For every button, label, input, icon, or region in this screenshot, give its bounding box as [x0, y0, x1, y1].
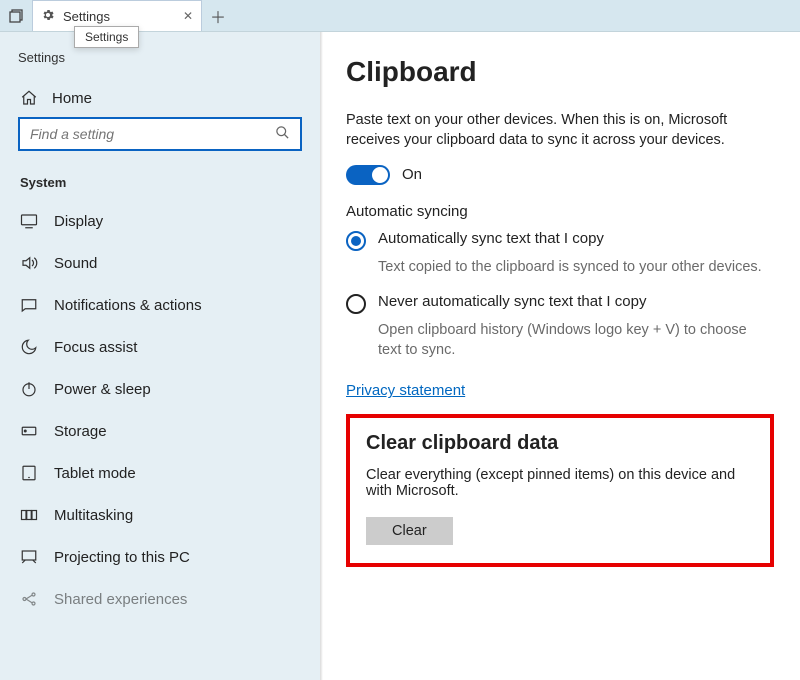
- sidebar-home-label: Home: [52, 90, 92, 107]
- radio-auto-sync[interactable]: Automatically sync text that I copy: [346, 230, 774, 251]
- notifications-icon: [20, 296, 38, 314]
- display-icon: [20, 212, 38, 230]
- sidebar-item-display[interactable]: Display: [0, 200, 320, 242]
- clear-clipboard-highlight: Clear clipboard data Clear everything (e…: [346, 414, 774, 567]
- multitasking-icon: [20, 506, 38, 524]
- tab-overlap-icon[interactable]: [0, 0, 32, 31]
- sidebar-item-label: Display: [54, 213, 103, 230]
- sidebar-item-label: Focus assist: [54, 339, 137, 356]
- sidebar-item-multitasking[interactable]: Multitasking: [0, 494, 320, 536]
- privacy-link[interactable]: Privacy statement: [346, 382, 465, 399]
- share-icon: [20, 590, 38, 608]
- clear-description: Clear everything (except pinned items) o…: [366, 467, 754, 499]
- radio-label: Automatically sync text that I copy: [378, 230, 604, 247]
- gear-icon: [41, 8, 55, 25]
- sync-description: Paste text on your other devices. When t…: [346, 110, 774, 151]
- sidebar-item-shared-experiences[interactable]: Shared experiences: [0, 578, 320, 620]
- close-icon[interactable]: ✕: [183, 9, 193, 23]
- sidebar-item-label: Projecting to this PC: [54, 549, 190, 566]
- sidebar-item-focus-assist[interactable]: Focus assist: [0, 326, 320, 368]
- sidebar-item-tablet-mode[interactable]: Tablet mode: [0, 452, 320, 494]
- page-title: Clipboard: [346, 56, 774, 88]
- projecting-icon: [20, 548, 38, 566]
- auto-sync-heading: Automatic syncing: [346, 203, 774, 220]
- sync-toggle-label: On: [402, 166, 422, 183]
- tab-tooltip: Settings: [74, 26, 139, 48]
- sidebar-item-projecting[interactable]: Projecting to this PC: [0, 536, 320, 578]
- content-pane: Clipboard Paste text on your other devic…: [320, 32, 800, 680]
- sidebar-item-sound[interactable]: Sound: [0, 242, 320, 284]
- sidebar: Settings Home System Display Sound Notif…: [0, 32, 320, 680]
- clear-heading: Clear clipboard data: [366, 432, 754, 455]
- sync-toggle-row: On: [346, 165, 774, 185]
- search-icon: [275, 125, 290, 143]
- sidebar-home[interactable]: Home: [0, 79, 320, 117]
- radio-never-sync-sub: Open clipboard history (Windows logo key…: [378, 320, 774, 361]
- sidebar-item-power-sleep[interactable]: Power & sleep: [0, 368, 320, 410]
- sidebar-item-notifications[interactable]: Notifications & actions: [0, 284, 320, 326]
- tab-label: Settings: [63, 9, 110, 24]
- home-icon: [20, 89, 38, 107]
- sidebar-item-label: Shared experiences: [54, 591, 187, 608]
- new-tab-button[interactable]: ＋: [202, 0, 234, 31]
- sidebar-item-label: Multitasking: [54, 507, 133, 524]
- sidebar-item-storage[interactable]: Storage: [0, 410, 320, 452]
- power-icon: [20, 380, 38, 398]
- pane-divider: [320, 32, 323, 680]
- radio-auto-sync-sub: Text copied to the clipboard is synced t…: [378, 257, 774, 277]
- radio-label: Never automatically sync text that I cop…: [378, 293, 646, 310]
- storage-icon: [20, 422, 38, 440]
- focus-assist-icon: [20, 338, 38, 356]
- sidebar-item-label: Tablet mode: [54, 465, 136, 482]
- clear-button[interactable]: Clear: [366, 517, 453, 545]
- tablet-icon: [20, 464, 38, 482]
- radio-selected-icon: [346, 231, 366, 251]
- sidebar-item-label: Power & sleep: [54, 381, 151, 398]
- sidebar-group-label: System: [0, 169, 320, 200]
- search-input[interactable]: [30, 126, 275, 142]
- sound-icon: [20, 254, 38, 272]
- app-title: Settings: [0, 50, 320, 79]
- sidebar-item-label: Notifications & actions: [54, 297, 202, 314]
- radio-unselected-icon: [346, 294, 366, 314]
- sync-toggle[interactable]: [346, 165, 390, 185]
- radio-never-sync[interactable]: Never automatically sync text that I cop…: [346, 293, 774, 314]
- search-input-wrap[interactable]: [18, 117, 302, 151]
- sidebar-item-label: Storage: [54, 423, 107, 440]
- sidebar-item-label: Sound: [54, 255, 97, 272]
